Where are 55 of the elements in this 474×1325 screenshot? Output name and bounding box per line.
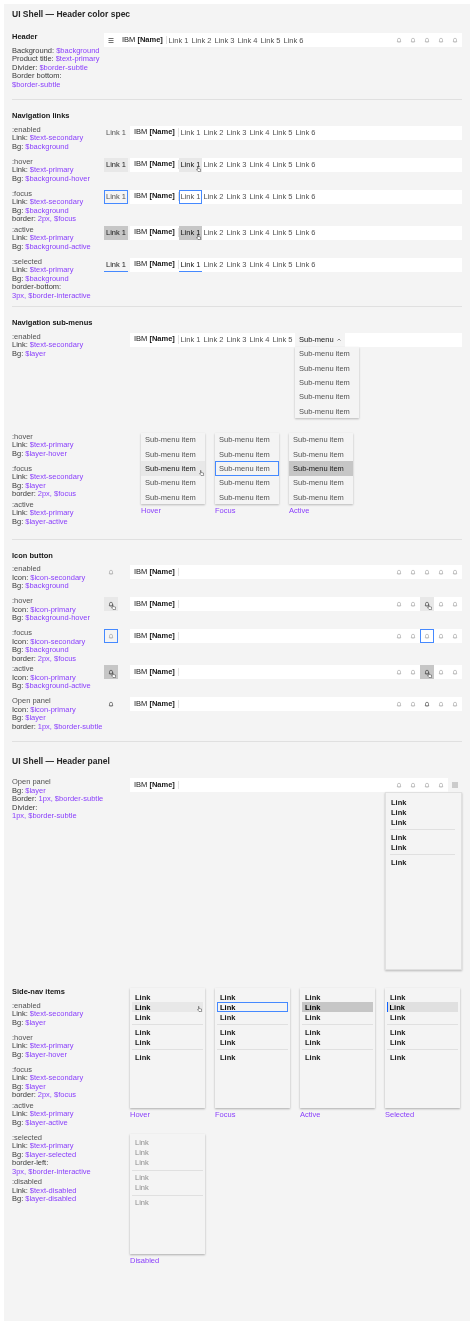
bell-icon [410, 633, 416, 639]
pointer-icon [427, 604, 432, 610]
bell-icon [396, 37, 402, 43]
bell-icon [452, 601, 458, 607]
bell-icon [396, 601, 402, 607]
bell-icon [396, 569, 402, 575]
bell-icon [410, 37, 416, 43]
bell-icon [438, 601, 444, 607]
pointer-icon [111, 604, 116, 610]
grid-icon [452, 782, 458, 788]
section-heading: UI Shell — Header panel [12, 756, 111, 766]
bell-icon [438, 669, 444, 675]
chevron-icon [336, 338, 341, 341]
pointer-icon [197, 1006, 202, 1012]
bell-icon [438, 633, 444, 639]
bell-icon [424, 569, 430, 575]
bell-icon [424, 782, 430, 788]
bell-icon [396, 633, 402, 639]
bell-icon [410, 701, 416, 707]
notification-button[interactable] [104, 665, 118, 679]
notification-button[interactable] [104, 629, 118, 643]
bell-icon [108, 701, 114, 707]
bell-icon [424, 633, 430, 639]
bell-icon [424, 669, 430, 675]
bell-icon [424, 37, 430, 43]
bell-icon [396, 701, 402, 707]
bell-icon [424, 601, 430, 607]
notification-button[interactable] [420, 629, 434, 643]
bell-icon [438, 37, 444, 43]
bell-icon [438, 782, 444, 788]
bell-icon [108, 569, 114, 575]
page-title: UI Shell — Header color spec [12, 8, 132, 19]
bell-icon [452, 669, 458, 675]
bell-icon [452, 37, 458, 43]
pointer-icon [111, 672, 116, 678]
bell-icon [396, 782, 402, 788]
bell-icon [108, 669, 114, 675]
bell-icon [410, 569, 416, 575]
bell-icon [452, 569, 458, 575]
notification-button[interactable] [420, 597, 434, 611]
menu-icon [108, 37, 114, 43]
pointer-icon [427, 672, 432, 678]
bell-icon [438, 569, 444, 575]
bell-icon [438, 701, 444, 707]
bell-icon [410, 669, 416, 675]
bell-icon [396, 669, 402, 675]
bell-icon [410, 601, 416, 607]
bell-icon [108, 601, 114, 607]
bell-icon [424, 701, 430, 707]
bell-icon [452, 701, 458, 707]
notification-button[interactable] [104, 597, 118, 611]
notification-button[interactable] [420, 665, 434, 679]
bell-icon [452, 633, 458, 639]
bell-icon [410, 782, 416, 788]
bell-icon [108, 633, 114, 639]
